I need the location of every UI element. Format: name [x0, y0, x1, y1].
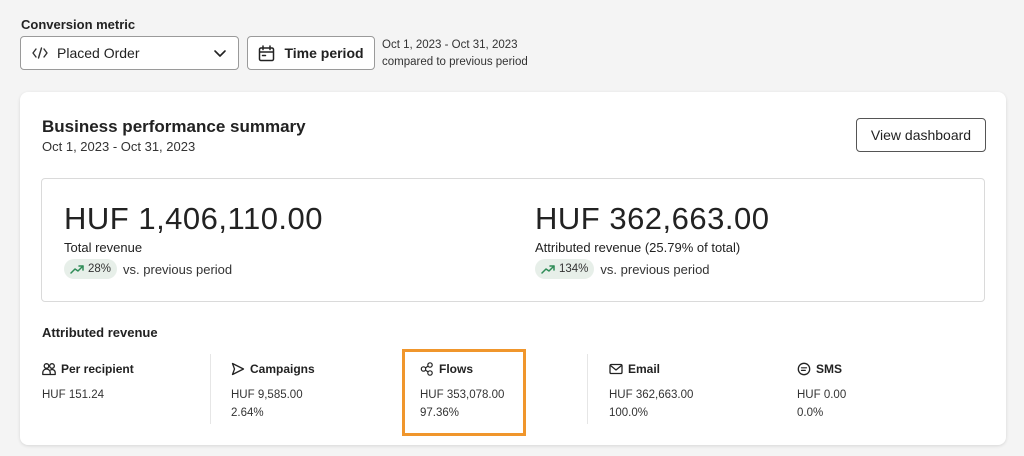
envelope-icon: [609, 363, 623, 375]
total-revenue-value: HUF 1,406,110.00: [64, 201, 324, 236]
metric-value: HUF 151.24: [42, 389, 105, 401]
metric-percent: 0.0%: [797, 407, 824, 419]
attributed-revenue-kpi: HUF 362,663.00 Attributed revenue (25.79…: [535, 201, 769, 279]
change-label: vs. previous period: [600, 261, 710, 277]
total-revenue-change: 28% vs. previous period: [64, 259, 323, 279]
metric-label: Email: [628, 362, 661, 376]
conversion-metric-select[interactable]: Placed Order: [20, 36, 239, 70]
metric-header: SMS: [797, 362, 846, 376]
summary-title: Business performance summary: [42, 117, 306, 136]
change-percent: 134%: [559, 263, 589, 275]
metric-email: Email HUF 362,663.00 100.0%: [609, 362, 693, 419]
metric-header: Per recipient: [42, 362, 134, 376]
calendar-icon: [259, 44, 275, 61]
time-period-label: Time period: [284, 45, 364, 61]
metric-sms: SMS HUF 0.00 0.0%: [797, 362, 846, 419]
conversion-metric-label: Conversion metric: [21, 17, 136, 32]
metric-value: HUF 9,585.00: [231, 389, 303, 401]
attributed-revenue-change: 134% vs. previous period: [535, 259, 769, 279]
attributed-revenue-value: HUF 362,663.00: [535, 201, 770, 236]
metric-per-recipient: Per recipient HUF 151.24: [42, 362, 134, 407]
metric-divider: [587, 354, 588, 424]
business-summary-card: Business performance summary Oct 1, 2023…: [20, 92, 1006, 445]
total-revenue-label: Total revenue: [64, 240, 143, 255]
revenue-summary-box: HUF 1,406,110.00 Total revenue 28% vs. p…: [41, 178, 985, 302]
sms-icon: [797, 362, 811, 376]
chevron-down-icon: [214, 50, 226, 57]
time-period-button[interactable]: Time period: [247, 36, 375, 70]
metric-campaigns: Campaigns HUF 9,585.00 2.64%: [231, 362, 315, 419]
metric-header: Campaigns: [231, 362, 315, 376]
people-icon: [42, 363, 56, 376]
date-range: Oct 1, 2023 - Oct 31, 2023: [382, 39, 518, 51]
change-badge: 28%: [64, 259, 118, 279]
metric-percent: 100.0%: [609, 407, 649, 419]
view-dashboard-button[interactable]: View dashboard: [856, 118, 986, 152]
metric-percent: 2.64%: [231, 407, 264, 419]
metric-label: Per recipient: [61, 362, 134, 376]
code-icon: [32, 47, 48, 59]
metric-divider: [210, 354, 211, 424]
change-label: vs. previous period: [123, 261, 233, 277]
change-percent: 28%: [88, 263, 112, 275]
flows-highlight-box: [402, 349, 526, 436]
send-icon: [231, 362, 245, 376]
trend-up-icon: [70, 265, 84, 274]
summary-date-range: Oct 1, 2023 - Oct 31, 2023: [42, 139, 196, 154]
metric-label: Campaigns: [250, 362, 315, 376]
metric-value: HUF 362,663.00: [609, 389, 694, 401]
attributed-revenue-label: Attributed revenue (25.79% of total): [535, 240, 741, 255]
date-info: Oct 1, 2023 - Oct 31, 2023 compared to p…: [382, 37, 528, 71]
metric-header: Email: [609, 362, 693, 376]
comparison-text: compared to previous period: [382, 56, 528, 68]
change-badge: 134%: [535, 259, 595, 279]
metric-value: HUF 0.00: [797, 389, 847, 401]
metric-label: SMS: [816, 362, 843, 376]
selected-metric: Placed Order: [57, 45, 140, 61]
attributed-revenue-title: Attributed revenue: [42, 325, 158, 340]
trend-up-icon: [541, 265, 555, 274]
total-revenue-kpi: HUF 1,406,110.00 Total revenue 28% vs. p…: [64, 201, 323, 279]
